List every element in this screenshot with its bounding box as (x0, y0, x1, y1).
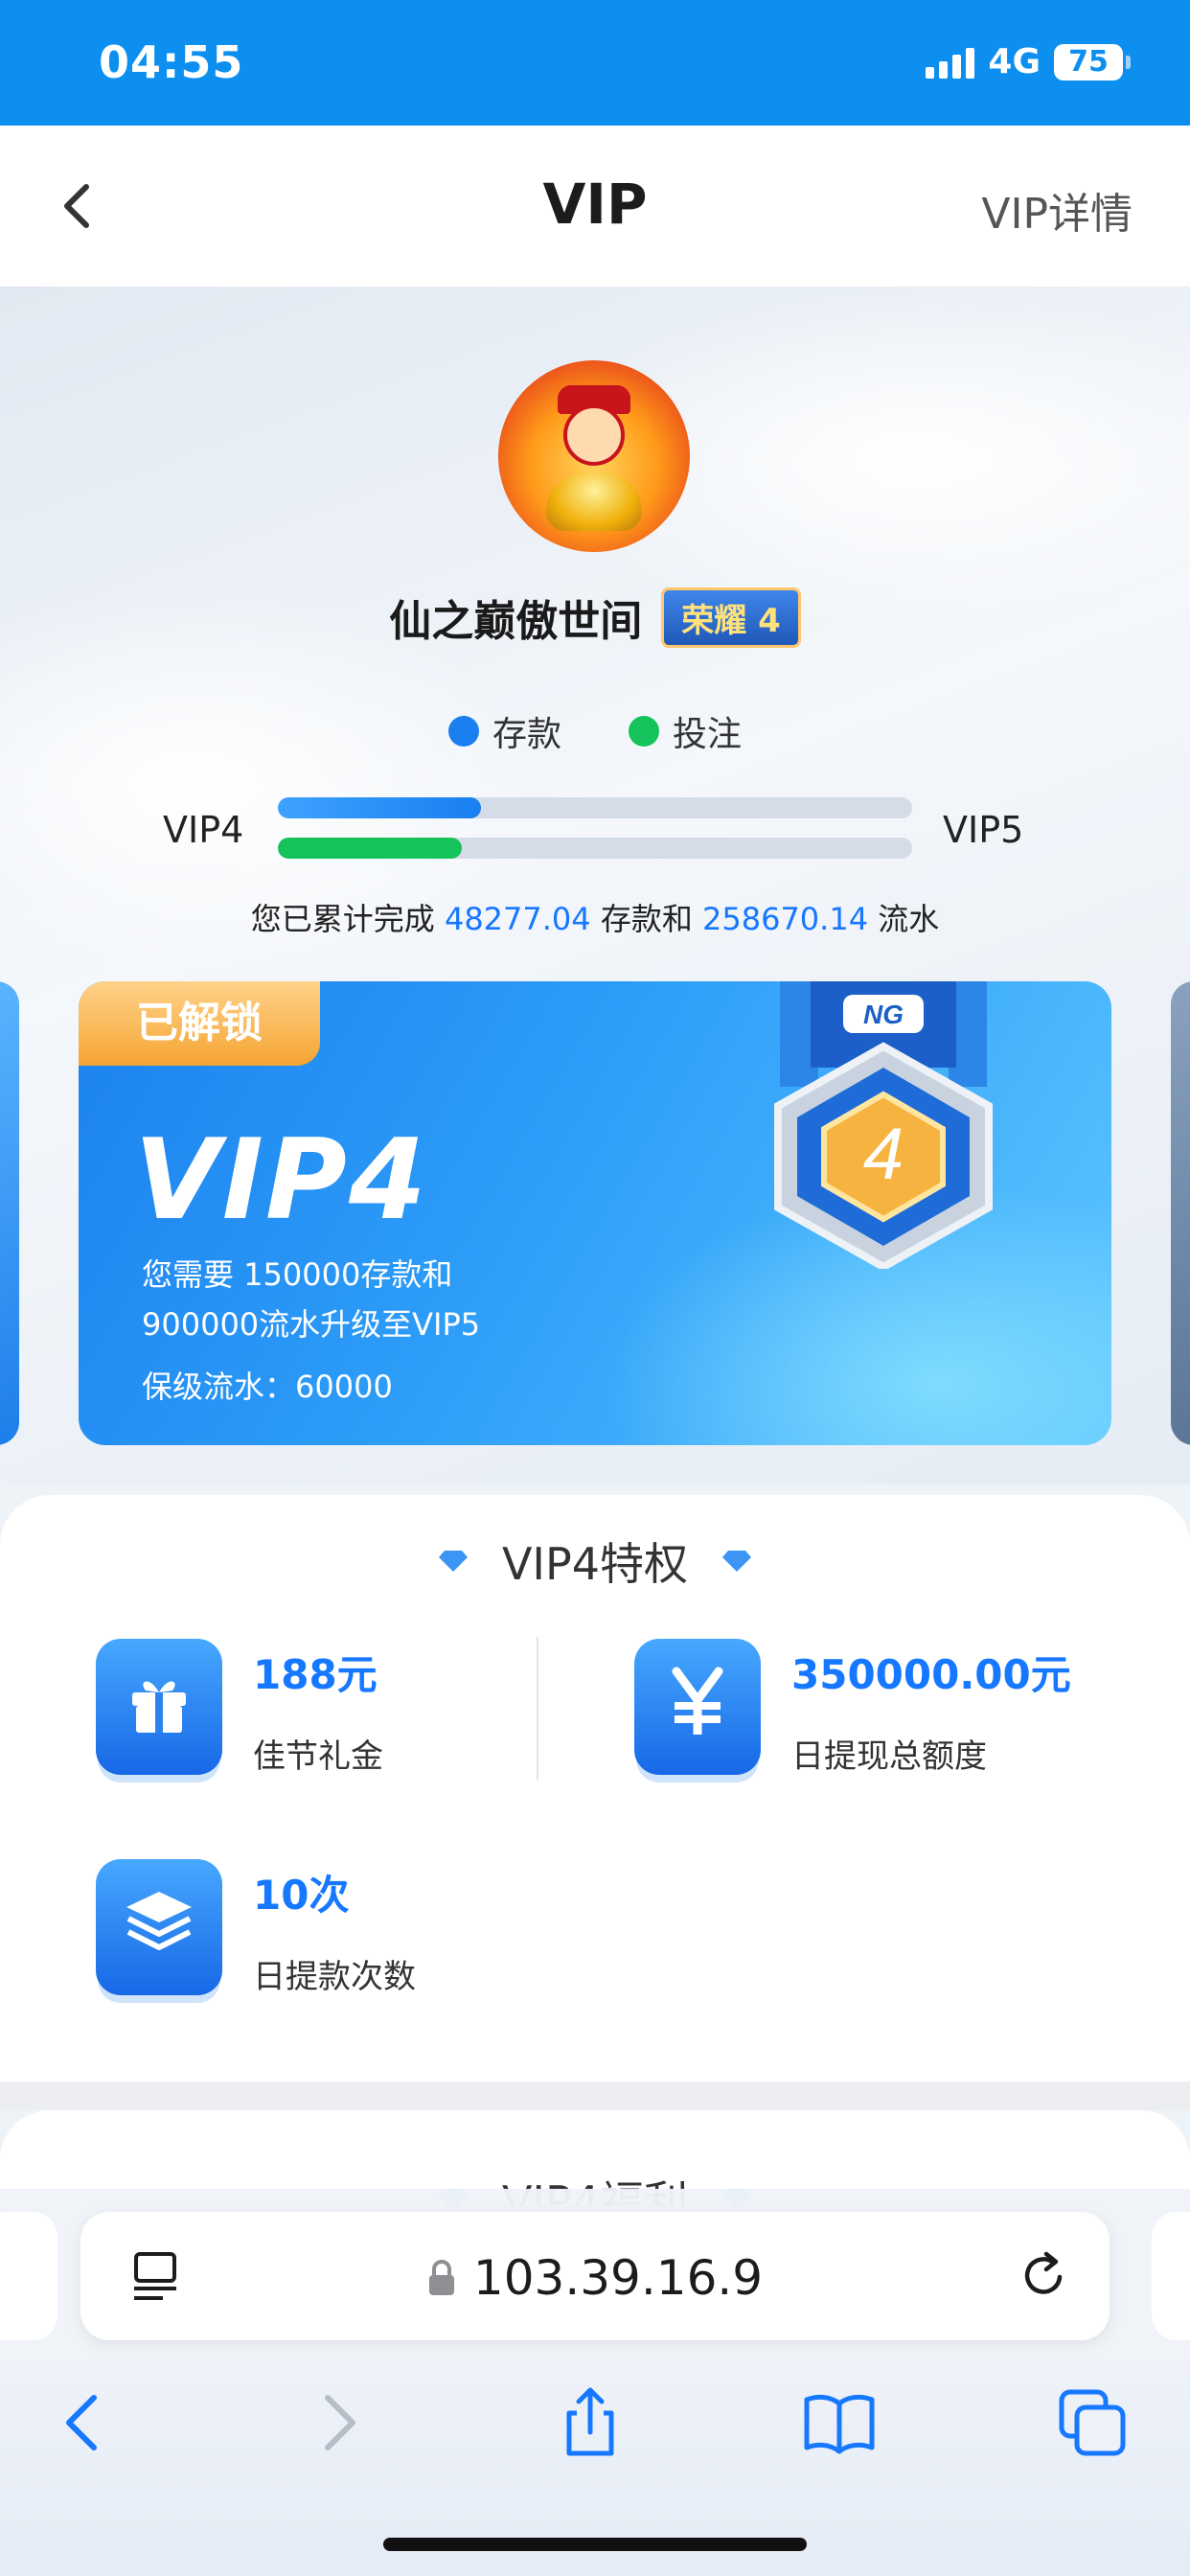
diamond-icon (438, 1551, 468, 1572)
section-gap (0, 2082, 1190, 2110)
privilege-label: 日提现总额度 (791, 1737, 987, 1776)
bet-progress-fill (278, 838, 462, 859)
signal-icon (926, 46, 975, 79)
next-level-label: VIP5 (943, 809, 1024, 851)
yen-icon (634, 1639, 761, 1775)
address-bar[interactable]: 103.39.16.9 (80, 2212, 1110, 2340)
divider (537, 1637, 538, 1781)
progress-legend: 存款 投注 (0, 706, 1190, 756)
privileges-header: VIP4特权 (0, 1530, 1190, 1593)
status-time: 04:55 (99, 36, 244, 88)
upgrade-requirement: 您需要 150000存款和 900000流水升级至VIP5 (142, 1256, 481, 1343)
privilege-holiday-gift: 188元 佳节礼金 (96, 1639, 383, 1777)
legend-bet: 投注 (629, 706, 742, 756)
privilege-value: 188元 (253, 1651, 378, 1698)
accumulated-summary: 您已累计完成 48277.04 存款和 258670.14 流水 (250, 901, 940, 937)
share-icon[interactable] (552, 2384, 629, 2461)
profile-row: 仙之巅傲世间 荣耀 4 (0, 586, 1190, 648)
privileges-title: VIP4特权 (501, 1538, 689, 1590)
username: 仙之巅傲世间 (389, 597, 643, 646)
prev-vip-card[interactable] (0, 981, 19, 1445)
nav-bar: VIP VIP详情 (0, 126, 1190, 287)
vip-medal-icon: NG 4 (774, 981, 993, 1269)
card-level-title: VIP4 (134, 1116, 428, 1245)
network-type: 4G (988, 42, 1041, 81)
deposit-progress-fill (278, 797, 481, 818)
url-text: 103.39.16.9 (472, 2250, 764, 2306)
browser-address-area: 103.39.16.9 (0, 2189, 1190, 2361)
status-bar: 04:55 4G 75 (0, 0, 1190, 126)
forward-icon[interactable] (299, 2384, 376, 2461)
next-tab-preview[interactable] (1152, 2212, 1190, 2340)
reload-icon[interactable] (1018, 2248, 1071, 2302)
keep-level-turnover: 保级流水：60000 (142, 1368, 393, 1405)
privileges-panel: VIP4特权 188元 佳节礼金 350000.00元 日提现总额度 10次 日… (0, 1495, 1190, 2082)
diamond-icon (722, 1551, 752, 1572)
deposit-dot-icon (447, 716, 479, 747)
deposit-amount: 48277.04 (444, 901, 591, 937)
bet-progress-bar (278, 838, 912, 859)
next-vip-card[interactable] (1171, 981, 1190, 1445)
rank-badge: 荣耀 4 (661, 586, 801, 648)
layers-icon (96, 1859, 222, 1995)
bookmarks-icon[interactable] (801, 2384, 878, 2461)
privilege-label: 佳节礼金 (253, 1737, 383, 1776)
back-icon[interactable] (46, 2384, 123, 2461)
lock-icon (428, 2260, 454, 2295)
tabs-icon[interactable] (1054, 2384, 1131, 2461)
legend-deposit: 存款 (447, 706, 561, 756)
medal-number: 4 (863, 1114, 904, 1195)
vip-detail-link[interactable]: VIP详情 (981, 179, 1133, 241)
current-level-label: VIP4 (163, 809, 244, 851)
status-icons: 4G 75 (926, 42, 1131, 81)
privilege-value: 350000.00元 (791, 1651, 1071, 1698)
prev-tab-preview[interactable] (0, 2212, 57, 2340)
unlock-status-tag: 已解锁 (79, 981, 320, 1066)
vip-level-card[interactable]: 已解锁 VIP4 您需要 150000存款和 900000流水升级至VIP5 保… (79, 981, 1111, 1445)
level-progress: VIP4 VIP5 (0, 797, 1190, 864)
turnover-amount: 258670.14 (702, 901, 869, 937)
privilege-label: 日提款次数 (253, 1958, 416, 1996)
bet-dot-icon (629, 716, 659, 747)
medal-brand: NG (863, 1000, 904, 1029)
privilege-daily-withdraw-limit: 350000.00元 日提现总额度 (634, 1639, 1071, 1777)
gift-icon (96, 1639, 222, 1775)
battery-icon: 75 (1054, 43, 1131, 80)
home-indicator[interactable] (383, 2538, 807, 2551)
privilege-value: 10次 (253, 1872, 350, 1919)
privilege-daily-withdraw-count: 10次 日提款次数 (96, 1859, 416, 1997)
deposit-progress-bar (278, 797, 912, 818)
avatar (498, 360, 690, 552)
